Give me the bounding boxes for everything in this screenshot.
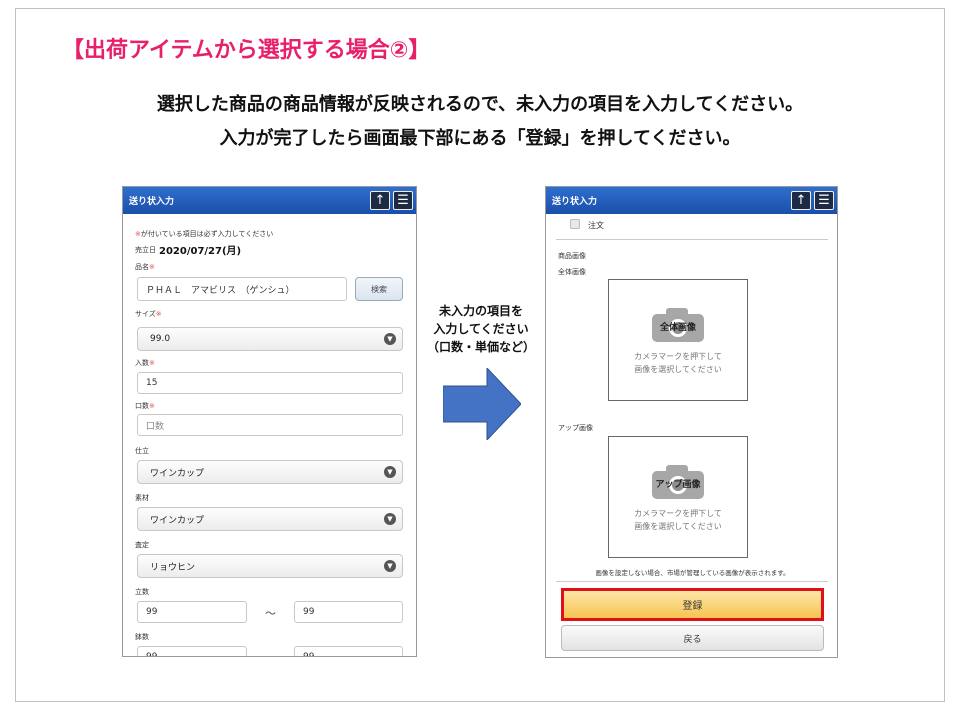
divider [556,581,828,582]
stand-count-label: 立数 [135,588,149,596]
grade-select[interactable]: リョウヒン ▼ [137,554,403,578]
grade-label: 査定 [135,541,149,549]
whole-image-button-label: 全体画像 [659,323,696,333]
required-notice-text: が付いている項目は必ず入力してください [140,230,274,238]
left-phone-screen: 送り状入力 ↑ ☰ ※が付いている項目は必ず入力してください 売立日 2020/… [122,186,417,657]
right-phone-screen: 送り状入力 ↑ ☰ 注文 商品画像 全体画像 全体画像 カメラマークを押下して … [545,186,838,658]
units-label-text: 口数 [135,402,149,410]
scroll-top-icon[interactable]: ↑ [791,191,811,210]
camera-hint-line-2: 画像を選択してください [634,522,722,531]
product-name-label: 品名※ [135,262,155,272]
stand-to-input[interactable]: 99 [294,601,403,623]
middle-note-line-1: 未入力の項目を [438,304,523,318]
camera-hint-line-2: 画像を選択してください [634,365,722,374]
closeup-image-box[interactable]: アップ画像 カメラマークを押下して 画像を選択してください [608,436,748,558]
product-image-label: 商品画像 [558,252,586,260]
middle-note-line-2: 入力してください [433,322,529,336]
product-name-label-text: 品名 [135,263,149,271]
whole-image-label: 全体画像 [558,268,586,276]
quantity-label-text: 入数 [135,359,149,367]
chevron-down-icon: ▼ [384,560,396,572]
left-header-title: 送り状入力 [129,197,175,207]
quantity-input[interactable]: 15 [137,372,403,394]
units-label: 口数※ [135,401,155,411]
size-label: サイズ※ [135,309,162,319]
middle-note-line-3: （口数・単価など） [426,340,535,354]
range-tilde: ～ [265,607,276,620]
sale-date-value: 2020/07/27(月) [159,246,242,257]
material-select[interactable]: ワインカップ ▼ [137,507,403,531]
required-notice: ※が付いている項目は必ず入力してください [135,229,273,239]
grade-select-value: リョウヒン [150,562,196,573]
slide-title: 【出荷アイテムから選択する場合②】 [62,38,431,63]
size-select-value: 99.0 [150,334,171,344]
sale-date-label: 売立日 [135,246,156,254]
finish-select-value: ワインカップ [150,468,205,479]
image-note: 画像を設定しない場合、市場が管理している画像が表示されます。 [595,569,790,577]
chevron-down-icon: ▼ [384,513,396,525]
closeup-image-label: アップ画像 [558,424,593,432]
material-select-value: ワインカップ [150,515,205,526]
menu-icon[interactable]: ☰ [393,191,413,210]
finish-select[interactable]: ワインカップ ▼ [137,460,403,484]
right-header-title: 送り状入力 [552,197,598,207]
chevron-down-icon: ▼ [384,466,396,478]
order-checkbox[interactable] [570,219,580,229]
required-mark: ※ [149,402,155,410]
closeup-image-button-label: アップ画像 [655,480,701,490]
finish-label: 仕立 [135,447,149,455]
units-input[interactable]: 口数 [137,414,403,436]
product-name-input[interactable]: ＰＨＡＬ アマビリス （ゲンシュ） [137,277,347,301]
chevron-down-icon: ▼ [384,333,396,345]
scroll-top-icon[interactable]: ↑ [370,191,390,210]
pot-to-input[interactable]: 99 [294,646,403,656]
middle-note: 未入力の項目を 入力してください （口数・単価など） [416,302,546,356]
left-header-bar: 送り状入力 ↑ ☰ [123,187,416,214]
stand-from-input[interactable]: 99 [137,601,247,623]
size-select[interactable]: 99.0 ▼ [137,327,403,351]
instruction-line-1: 選択した商品の商品情報が反映されるので、未入力の項目を入力してください。 [156,94,804,115]
back-button[interactable]: 戻る [561,625,824,651]
right-header-bar: 送り状入力 ↑ ☰ [546,187,837,214]
required-mark: ※ [149,263,155,271]
quantity-label: 入数※ [135,358,155,368]
camera-hint-line-1: カメラマークを押下して [634,352,722,361]
divider [556,239,828,240]
register-button[interactable]: 登録 [561,588,824,621]
required-mark: ※ [155,310,162,318]
pot-count-label: 鉢数 [135,633,149,641]
pot-from-input[interactable]: 99 [137,646,247,656]
order-checkbox-label: 注文 [588,221,604,230]
size-label-text: サイズ [135,310,156,318]
range-tilde: ～ [265,650,276,656]
right-arrow-icon [443,368,521,440]
instruction-line-2: 入力が完了したら画面最下部にある「登録」を押してください。 [219,128,741,149]
search-button[interactable]: 検索 [355,277,403,301]
whole-image-box[interactable]: 全体画像 カメラマークを押下して 画像を選択してください [608,279,748,401]
camera-hint-line-1: カメラマークを押下して [634,509,722,518]
required-mark: ※ [149,359,155,367]
menu-icon[interactable]: ☰ [814,191,834,210]
material-label: 素材 [135,494,149,502]
